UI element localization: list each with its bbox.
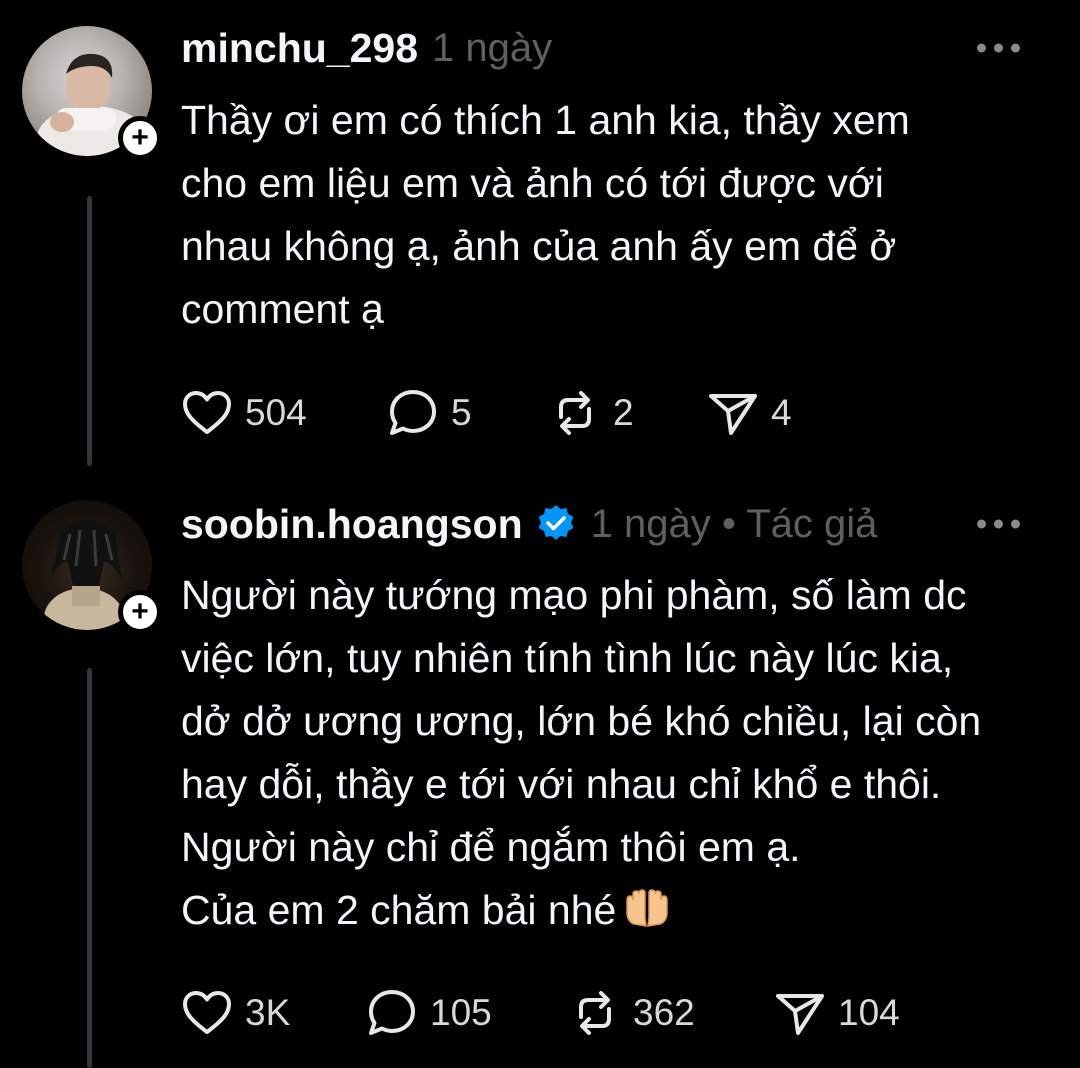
like-button[interactable]: 3K (181, 989, 366, 1037)
avatar-soobin-wrap[interactable]: + (22, 500, 162, 634)
avatar-minchu-wrap[interactable]: + (22, 26, 162, 160)
post-text-line: Của em 2 chăm bải nhé (181, 887, 617, 933)
post-text-line: dở dở ương ương, lớn bé khó chiều, lại c… (181, 698, 982, 744)
reply-button[interactable]: 5 (387, 388, 549, 438)
post-text-line-with-emoji: Của em 2 chăm bải nhé (181, 879, 1051, 942)
post-text-line: comment ạ (181, 286, 384, 332)
post-text-line: hay dỗi, thầy e tới với nhau chỉ khổ e t… (181, 761, 942, 807)
more-options-button[interactable] (967, 510, 1030, 539)
username[interactable]: minchu_298 (181, 25, 418, 72)
more-options-button[interactable] (967, 34, 1030, 63)
post-text-line: Người này tướng mạo phi phàm, số làm dc (181, 572, 967, 618)
username[interactable]: soobin.hoangson (181, 501, 523, 548)
post-text: Thầy ơi em có thích 1 anh kia, thầy xem … (181, 89, 1051, 341)
share-count: 4 (771, 392, 792, 433)
post-text: Người này tướng mạo phi phàm, số làm dc … (181, 564, 1051, 942)
repost-count: 362 (633, 992, 695, 1033)
share-count: 104 (838, 992, 900, 1033)
post-text-line: Thầy ơi em có thích 1 anh kia, thầy xem (181, 97, 910, 143)
follow-button[interactable]: + (118, 590, 162, 634)
more-dots-icon (977, 519, 986, 529)
action-bar: 3K 105 362 104 (181, 983, 900, 1043)
reply-count: 105 (430, 992, 492, 1033)
like-button[interactable]: 504 (181, 389, 387, 437)
post-time: 1 ngày (432, 25, 553, 70)
follow-button[interactable]: + (118, 116, 162, 160)
action-bar: 504 5 2 4 (181, 383, 792, 443)
post-text-line: nhau không ạ, ảnh của anh ấy em để ở (181, 223, 897, 269)
repost-icon (559, 391, 591, 435)
repost-icon (579, 991, 611, 1035)
post-minchu: + minchu_298 1 ngày Thầy ơi em có thích … (0, 0, 1080, 470)
send-icon (709, 394, 757, 435)
reply-count: 5 (451, 392, 472, 433)
thread-line (87, 196, 92, 466)
post-meta: 1 ngày • Tác giả (590, 501, 878, 546)
post-soobin: + soobin.hoangson 1 ngày • Tác giả Người… (0, 478, 1080, 1068)
post-text-line: Người này chỉ để ngắm thôi em ạ. (181, 824, 801, 870)
comment-bubble-icon (390, 390, 436, 435)
more-dots-icon (977, 43, 986, 53)
plus-icon: + (131, 121, 149, 154)
share-button[interactable]: 4 (707, 389, 792, 437)
thread-line (87, 668, 92, 1068)
post-header: minchu_298 1 ngày (181, 18, 1040, 78)
reply-button[interactable]: 105 (366, 988, 569, 1038)
heart-icon (183, 391, 231, 434)
palms-up-together-icon (624, 885, 670, 927)
heart-icon (183, 991, 231, 1034)
comment-bubble-icon (369, 990, 415, 1035)
verified-badge-icon (535, 503, 577, 545)
repost-button[interactable]: 362 (569, 989, 774, 1037)
post-header: soobin.hoangson 1 ngày • Tác giả (181, 494, 1040, 554)
like-count: 3K (245, 992, 291, 1033)
repost-button[interactable]: 2 (549, 389, 707, 437)
like-count: 504 (245, 392, 307, 433)
plus-icon: + (131, 595, 149, 628)
send-icon (776, 994, 824, 1035)
repost-count: 2 (613, 392, 634, 433)
post-text-line: việc lớn, tuy nhiên tính tình lúc này lú… (181, 635, 954, 681)
share-button[interactable]: 104 (774, 989, 900, 1037)
post-text-line: cho em liệu em và ảnh có tới được với (181, 160, 884, 206)
